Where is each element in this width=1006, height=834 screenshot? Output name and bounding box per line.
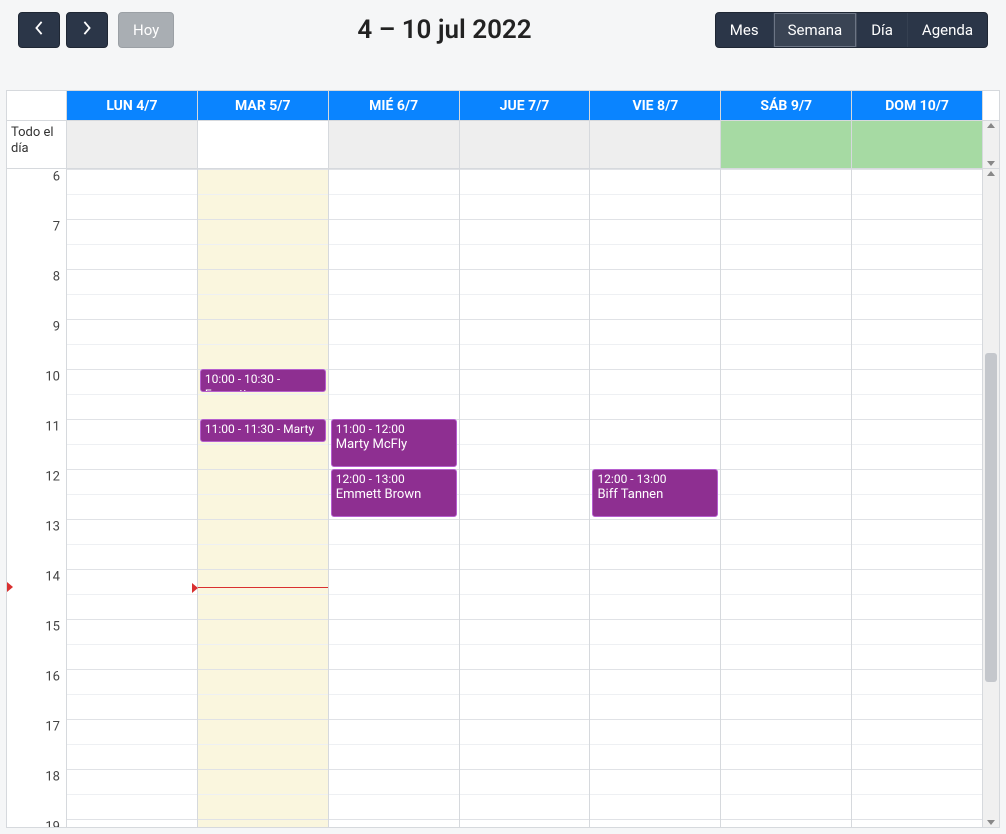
hour-label: 13	[45, 520, 60, 535]
title-wrap: 4 – 10 jul 2022	[174, 15, 715, 45]
scroll-up-icon[interactable]	[987, 123, 995, 128]
chevron-left-icon	[32, 21, 46, 39]
day-header[interactable]: MAR 5/7	[198, 91, 329, 120]
day-header[interactable]: JUE 7/7	[460, 91, 591, 120]
day-header[interactable]: LUN 4/7	[67, 91, 198, 120]
day-column[interactable]: 12:00 - 13:00Biff Tannen	[590, 169, 721, 827]
day-header-row: LUN 4/7 MAR 5/7 MIÉ 6/7 JUE 7/7 VIE 8/7 …	[7, 91, 999, 121]
view-agenda-button[interactable]: Agenda	[908, 13, 987, 47]
hour-label: 15	[45, 620, 60, 635]
allday-cell[interactable]	[67, 121, 198, 168]
hour-label: 16	[45, 670, 60, 685]
hour-label: 10	[45, 370, 60, 385]
event-title: Marty McFly	[336, 437, 452, 453]
day-column[interactable]	[67, 169, 198, 827]
allday-cell[interactable]	[590, 121, 721, 168]
day-header[interactable]: SÁB 9/7	[721, 91, 852, 120]
hour-label: 11	[45, 420, 60, 435]
prev-button[interactable]	[18, 12, 60, 48]
day-column[interactable]: 11:00 - 12:00Marty McFly12:00 - 13:00Emm…	[329, 169, 460, 827]
now-indicator-icon	[7, 582, 13, 592]
today-button[interactable]: Hoy	[118, 12, 174, 48]
allday-cell[interactable]	[852, 121, 983, 168]
allday-scroll-gutter[interactable]	[983, 121, 999, 168]
allday-cell[interactable]	[460, 121, 591, 168]
date-range-title: 4 – 10 jul 2022	[357, 15, 531, 45]
next-button[interactable]	[66, 12, 108, 48]
time-grid-wrap: 6 7 8 9 10 11 12 13 14 15 16 17 18 19 10:00 - 10:30 -…	[7, 169, 999, 827]
now-indicator	[198, 587, 328, 588]
calendar-event[interactable]: 11:00 - 12:00Marty McFly	[331, 419, 457, 467]
event-time: 12:00 - 13:00	[336, 472, 452, 487]
calendar-event[interactable]: 12:00 - 13:00Biff Tannen	[592, 469, 718, 517]
hour-label: 7	[53, 220, 60, 235]
scroll-down-icon[interactable]	[987, 820, 995, 825]
scrollbar-thumb[interactable]	[985, 353, 997, 682]
allday-cell[interactable]	[198, 121, 329, 168]
scroll-down-icon[interactable]	[987, 161, 995, 166]
calendar: LUN 4/7 MAR 5/7 MIÉ 6/7 JUE 7/7 VIE 8/7 …	[6, 90, 1000, 828]
day-column[interactable]	[460, 169, 591, 827]
allday-cell[interactable]	[721, 121, 852, 168]
view-month-button[interactable]: Mes	[716, 13, 774, 47]
event-time: 11:00 - 11:30 - Marty	[205, 422, 321, 437]
time-grid: 6 7 8 9 10 11 12 13 14 15 16 17 18 19 10:00 - 10:30 -…	[7, 169, 983, 827]
nav-group	[18, 12, 108, 48]
scroll-up-icon[interactable]	[987, 171, 995, 176]
event-title: Emmett Brown	[336, 487, 452, 503]
hour-label: 14	[45, 570, 60, 585]
hour-label: 6	[53, 170, 60, 185]
hour-label: 18	[45, 770, 60, 785]
chevron-right-icon	[80, 21, 94, 39]
scroll-gutter-header	[983, 91, 999, 120]
day-column[interactable]	[852, 169, 983, 827]
view-day-button[interactable]: Día	[857, 13, 908, 47]
calendar-event[interactable]: 11:00 - 11:30 - Marty	[200, 419, 326, 442]
event-title: Biff Tannen	[597, 487, 713, 503]
hour-label: 8	[53, 270, 60, 285]
view-switcher: Mes Semana Día Agenda	[715, 12, 988, 48]
day-header[interactable]: MIÉ 6/7	[329, 91, 460, 120]
view-week-button[interactable]: Semana	[774, 13, 858, 47]
event-time: 10:00 - 10:30 - Emmett	[205, 372, 321, 392]
hour-label: 12	[45, 470, 60, 485]
vertical-scrollbar[interactable]	[983, 169, 999, 827]
event-time: 12:00 - 13:00	[597, 472, 713, 487]
day-column[interactable]	[721, 169, 852, 827]
hour-label: 19	[45, 820, 60, 828]
event-time: 11:00 - 12:00	[336, 422, 452, 437]
day-header[interactable]: DOM 10/7	[852, 91, 983, 120]
allday-label: Todo el día	[7, 121, 67, 168]
allday-cell[interactable]	[329, 121, 460, 168]
hour-label: 17	[45, 720, 60, 735]
time-gutter: 6 7 8 9 10 11 12 13 14 15 16 17 18 19	[7, 169, 67, 827]
time-gutter-header	[7, 91, 67, 120]
calendar-event[interactable]: 10:00 - 10:30 - Emmett	[200, 369, 326, 392]
day-header[interactable]: VIE 8/7	[590, 91, 721, 120]
calendar-event[interactable]: 12:00 - 13:00Emmett Brown	[331, 469, 457, 517]
allday-row: Todo el día	[7, 121, 999, 169]
day-column[interactable]: 10:00 - 10:30 - Emmett 11:00 - 11:30 - Ma…	[198, 169, 329, 827]
hour-label: 9	[53, 320, 60, 335]
toolbar: Hoy 4 – 10 jul 2022 Mes Semana Día Agend…	[0, 0, 1006, 60]
day-columns: 10:00 - 10:30 - Emmett 11:00 - 11:30 - Ma…	[67, 169, 983, 827]
